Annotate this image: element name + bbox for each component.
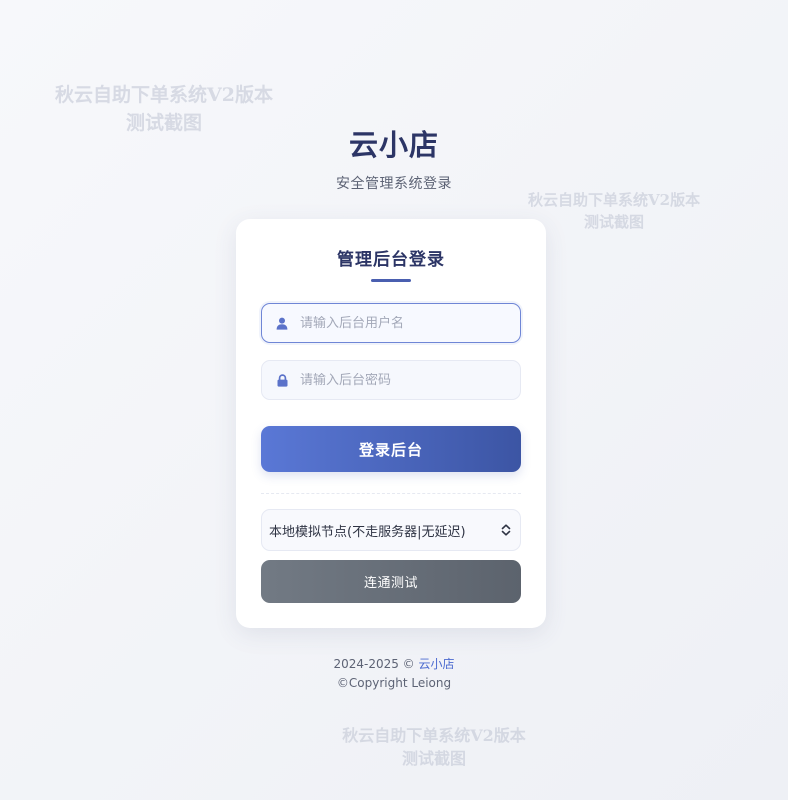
node-select-value: 本地模拟节点(不走服务器|无延迟) [269,524,466,540]
watermark-right: 秋云自助下单系统V2版本 测试截图 [528,190,700,234]
watermark-line1: 秋云自助下单系统V2版本 [528,191,701,209]
watermark-line2: 测试截图 [401,749,466,769]
connection-test-button[interactable]: 连通测试 [261,560,521,603]
password-field[interactable] [261,360,521,400]
watermark-line1: 秋云自助下单系统V2版本 [55,84,273,106]
divider [261,493,521,494]
username-field[interactable] [261,303,521,343]
brand-title: 云小店 [348,128,439,162]
user-icon [264,317,300,330]
login-card: 管理后台登录 登录后台 本地模拟节点(不走服务器|无延迟) [236,219,546,628]
password-input[interactable] [300,372,500,388]
title-underline [371,279,411,282]
watermark-line1: 秋云自助下单系统V2版本 [342,726,526,745]
watermark-line2: 测试截图 [583,212,644,231]
footer-brand-link[interactable]: 云小店 [419,657,455,671]
footer-copyright: ©Copyright Leiong [336,676,452,690]
login-button[interactable]: 登录后台 [261,426,521,472]
footer-years: 2024-2025 © [333,657,415,671]
watermark-bottom: 秋云自助下单系统V2版本 测试截图 [338,724,530,770]
lock-icon [264,373,300,387]
brand-subtitle: 安全管理系统登录 [336,176,452,192]
footer-years-line: 2024-2025 © 云小店 [0,655,788,672]
username-input[interactable] [300,315,500,331]
chevron-updown-icon [500,524,512,536]
card-title: 管理后台登录 [337,250,445,270]
node-select[interactable]: 本地模拟节点(不走服务器|无延迟) [261,509,521,551]
